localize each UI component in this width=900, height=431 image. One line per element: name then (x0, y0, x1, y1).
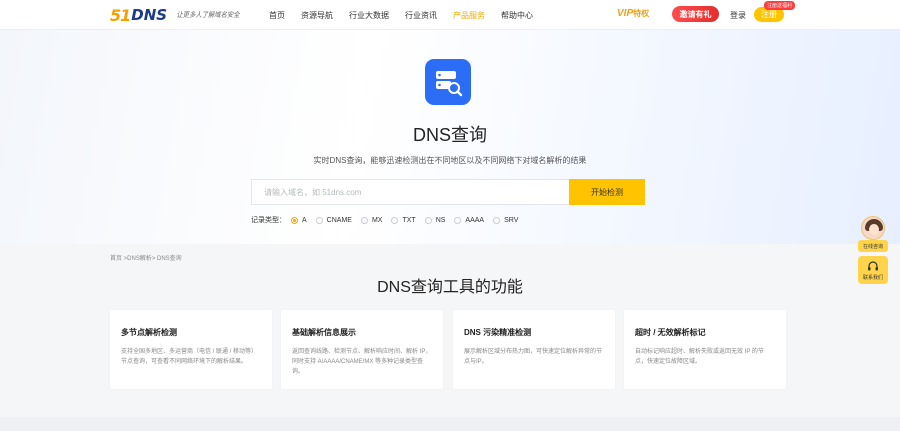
feature-card-desc: 展示解析区域分布热力图，可快速定位解析异常的节点与IP。 (464, 349, 603, 365)
contact-us-button[interactable]: 联系我们 (858, 256, 888, 284)
record-type-txt-label: TXT (402, 216, 416, 224)
record-type-label: 记录类型： (251, 217, 286, 224)
login-link[interactable]: 登录 (730, 10, 746, 21)
start-check-button[interactable]: 开始检测 (569, 179, 645, 205)
record-type-cname-label: CNAME (326, 216, 352, 224)
feature-card: 超时 / 无效解析标记 自动标记响应超时、解析失败或返回无效 IP 的节点，快速… (624, 310, 786, 389)
radio (454, 216, 462, 224)
features-title: DNS查询工具的功能 (377, 279, 523, 296)
vip-text: VIP (617, 8, 634, 19)
dns-search-icon (425, 59, 471, 105)
record-type-a[interactable]: A (291, 216, 307, 224)
record-type-mx-label: MX (371, 216, 383, 224)
support-avatar[interactable] (861, 216, 885, 240)
nav-help[interactable]: 帮助中心 (501, 10, 533, 21)
nav-links: 首页 资源导航 行业大数据 行业资讯 产品服务 帮助中心 (269, 0, 549, 30)
record-type-selector: 记录类型： A CNAME MX TXT NS AAAA SRV (251, 214, 527, 226)
feature-card: 多节点解析检测 支持全国多地区、多运营商（电信 / 联通 / 移动等）节点查询，… (110, 310, 272, 389)
nav-industry-data[interactable]: 行业大数据 (349, 10, 389, 21)
record-type-aaaa[interactable]: AAAA (454, 216, 485, 224)
record-type-cname[interactable]: CNAME (315, 216, 352, 224)
record-type-aaaa-label: AAAA (465, 216, 485, 224)
register-badge: 注册送福利 (764, 1, 796, 10)
radio (424, 216, 432, 224)
top-nav: 51 DNS 让更多人了解域名安全 首页 资源导航 行业大数据 行业资讯 产品服… (0, 0, 900, 30)
logo-51: 51 (110, 5, 131, 25)
feature-card-title: 基础解析信息展示 (292, 328, 356, 337)
radio-selected (291, 216, 298, 224)
hero-section: DNS查询 实时DNS查询，能够迅速检测出在不同地区以及不同网络下对域名解析的结… (0, 30, 900, 244)
record-type-txt[interactable]: TXT (391, 216, 416, 224)
record-type-srv[interactable]: SRV (493, 216, 519, 224)
radio (391, 216, 399, 224)
feature-card-title: 超时 / 无效解析标记 (635, 328, 706, 337)
domain-search-input[interactable] (252, 180, 570, 204)
contact-us-label: 联系我们 (862, 275, 883, 281)
feature-card-desc: 支持全国多地区、多运营商（电信 / 联通 / 移动等）节点查询，可查看不同网络环… (121, 349, 258, 365)
radio (360, 216, 368, 224)
invite-promo-button[interactable]: 邀请有礼 (672, 6, 719, 22)
breadcrumb[interactable]: 首页 >DNS解析> DNS查询 (110, 253, 182, 262)
online-consult-button[interactable]: 在线咨询 (858, 240, 888, 252)
nav-home[interactable]: 首页 (269, 10, 285, 21)
floating-help-panel: 在线咨询 联系我们 (858, 216, 888, 284)
feature-card-title: 多节点解析检测 (121, 328, 177, 337)
record-type-ns-label: NS (435, 216, 446, 224)
vip-link[interactable]: VIP特权 (617, 8, 649, 19)
feature-card-title: DNS 污染精准检测 (464, 328, 532, 337)
page-description: 实时DNS查询，能够迅速检测出在不同地区以及不同网络下对域名解析的结果 (313, 156, 587, 165)
record-type-srv-label: SRV (504, 216, 519, 224)
footer-band (0, 417, 900, 431)
page-title: DNS查询 (412, 125, 487, 145)
nav-resource-nav[interactable]: 资源导航 (301, 10, 333, 21)
nav-products[interactable]: 产品服务 (453, 10, 485, 21)
record-type-mx[interactable]: MX (360, 216, 383, 224)
site-logo[interactable]: 51 DNS 让更多人了解域名安全 (110, 5, 243, 25)
record-type-a-label: A (302, 216, 307, 224)
logo-dns: DNS (131, 6, 168, 24)
radio (493, 216, 501, 224)
headset-icon (868, 261, 878, 271)
logo-slogan: 让更多人了解域名安全 (176, 12, 240, 19)
vip-suffix: 特权 (633, 9, 650, 18)
feature-card-desc: 返回查询线路、检测节点、解析响应时间、解析 IP，同时支持 A/AAAA/CNA… (292, 349, 432, 375)
nav-industry-news[interactable]: 行业资讯 (405, 10, 437, 21)
feature-card: 基础解析信息展示 返回查询线路、检测节点、解析响应时间、解析 IP，同时支持 A… (281, 310, 443, 389)
feature-card: DNS 污染精准检测 展示解析区域分布热力图，可快速定位解析异常的节点与IP。 (453, 310, 615, 389)
record-type-ns[interactable]: NS (424, 216, 446, 224)
feature-card-desc: 自动标记响应超时、解析失败或返回无效 IP 的节点，快速定位故障区域。 (635, 349, 764, 365)
radio (315, 216, 323, 224)
